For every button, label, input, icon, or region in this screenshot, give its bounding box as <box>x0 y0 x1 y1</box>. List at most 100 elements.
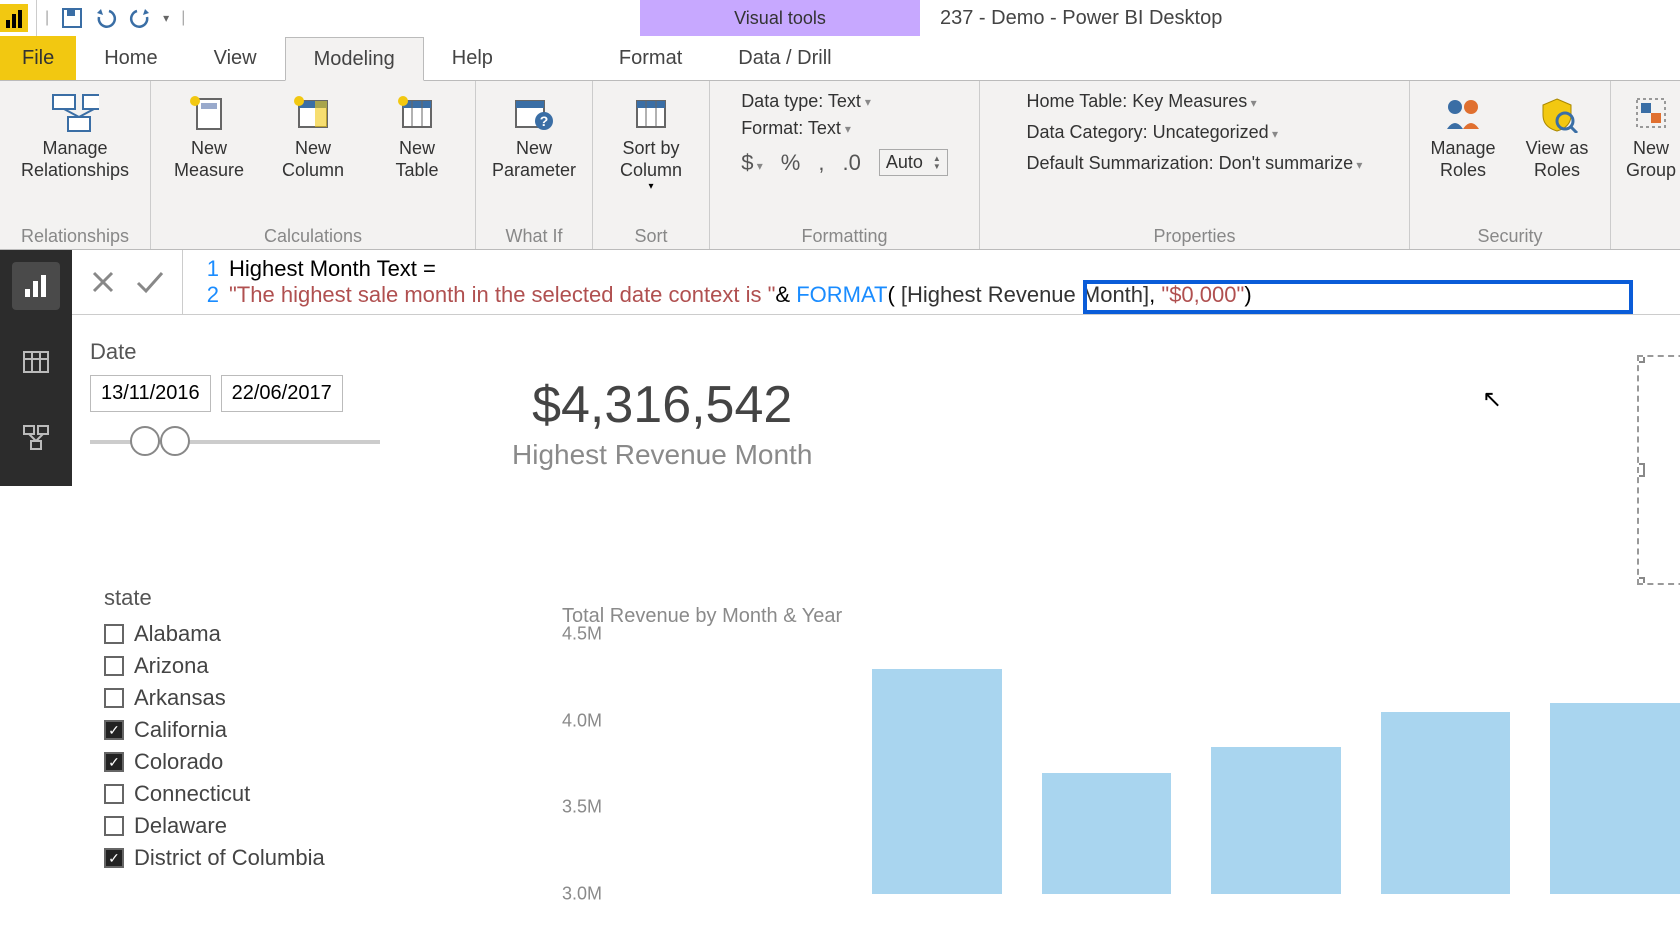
textbox-partial-text: Th sele <box>1645 397 1680 465</box>
checkbox[interactable] <box>104 688 124 708</box>
format-dropdown[interactable]: Format: Text <box>741 118 851 139</box>
card-label: Highest Revenue Month <box>512 439 812 471</box>
app-icon <box>0 4 28 32</box>
chart-bar[interactable] <box>1550 703 1680 894</box>
resize-handle-icon[interactable] <box>1637 355 1645 363</box>
new-column-button[interactable]: New Column <box>265 87 361 181</box>
manage-relationships-button[interactable]: Manage Relationships <box>10 87 140 181</box>
new-parameter-button[interactable]: ?New Parameter <box>486 87 582 181</box>
date-from-input[interactable]: 13/11/2016 <box>90 375 211 412</box>
sort-by-column-button[interactable]: Sort by Column▾ <box>603 87 699 192</box>
state-item[interactable]: District of Columbia <box>104 845 325 871</box>
date-to-input[interactable]: 22/06/2017 <box>221 375 343 412</box>
tab-view[interactable]: View <box>186 36 285 80</box>
tab-modeling[interactable]: Modeling <box>285 37 424 81</box>
save-icon[interactable] <box>61 7 83 29</box>
new-group-button[interactable]: New Group <box>1621 87 1680 181</box>
svg-text:?: ? <box>540 113 549 129</box>
new-table-button[interactable]: New Table <box>369 87 465 181</box>
checkbox[interactable] <box>104 624 124 644</box>
state-item[interactable]: California <box>104 717 325 743</box>
group-label: Properties <box>1153 224 1235 247</box>
state-slicer[interactable]: state Alabama Arizona Arkansas California Co… <box>104 585 325 871</box>
state-label: California <box>134 717 227 743</box>
checkbox[interactable] <box>104 784 124 804</box>
tab-help[interactable]: Help <box>424 36 521 80</box>
chart-bar[interactable] <box>1042 773 1172 894</box>
y-axis-tick: 3.0M <box>562 884 602 905</box>
decimal-icon[interactable]: .0 <box>842 150 860 176</box>
group-label: Security <box>1477 224 1542 247</box>
slider-handle-left[interactable] <box>130 426 160 456</box>
state-item[interactable]: Arizona <box>104 653 325 679</box>
checkbox[interactable] <box>104 720 124 740</box>
card-visual[interactable]: $4,316,542 Highest Revenue Month <box>512 375 812 471</box>
y-axis-tick: 3.5M <box>562 797 602 818</box>
data-category-dropdown[interactable]: Data Category: Uncategorized <box>1027 122 1279 143</box>
default-summarization-dropdown[interactable]: Default Summarization: Don't summarize <box>1027 153 1363 174</box>
date-range-slider[interactable] <box>90 422 380 462</box>
quick-access-toolbar: | ▾ | <box>36 0 193 36</box>
data-type-dropdown[interactable]: Data type: Text <box>741 91 871 112</box>
tab-format[interactable]: Format <box>591 36 710 80</box>
commit-formula-icon[interactable] <box>134 269 164 295</box>
chart-bar[interactable] <box>1211 747 1341 894</box>
resize-handle-icon[interactable] <box>1637 463 1645 477</box>
comma-format-button[interactable]: , <box>818 150 824 176</box>
formula-editor[interactable]: 1Highest Month Text = 2"The highest sale… <box>183 250 1680 314</box>
checkbox[interactable] <box>104 752 124 772</box>
resize-handle-icon[interactable] <box>1637 577 1645 585</box>
slider-handle-right[interactable] <box>160 426 190 456</box>
chart-bar[interactable] <box>1381 712 1511 894</box>
group-formatting: Data type: Text Format: Text $ % , .0 Au… <box>710 81 980 249</box>
group-calculations: New Measure New Column New Table Calcula… <box>151 81 476 249</box>
cancel-formula-icon[interactable] <box>90 269 116 295</box>
state-item[interactable]: Colorado <box>104 749 325 775</box>
data-view-icon[interactable] <box>12 338 60 386</box>
decimals-auto-spinner[interactable]: Auto▲▼ <box>879 149 948 176</box>
view-as-roles-button[interactable]: View as Roles <box>1514 87 1600 181</box>
manage-roles-button[interactable]: Manage Roles <box>1420 87 1506 181</box>
state-item[interactable]: Delaware <box>104 813 325 839</box>
state-item[interactable]: Arkansas <box>104 685 325 711</box>
checkbox[interactable] <box>104 816 124 836</box>
state-label: Arkansas <box>134 685 226 711</box>
date-slicer[interactable]: Date 13/11/2016 22/06/2017 <box>90 339 420 462</box>
ribbon-tabs: File Home View Modeling Help Format Data… <box>0 36 1680 80</box>
group-label: Sort <box>634 224 667 247</box>
state-label: Arizona <box>134 653 209 679</box>
state-item[interactable]: Alabama <box>104 621 325 647</box>
file-tab[interactable]: File <box>0 36 76 80</box>
tab-data-drill[interactable]: Data / Drill <box>710 36 859 80</box>
report-view-icon[interactable] <box>12 262 60 310</box>
redo-icon[interactable] <box>129 7 151 29</box>
selected-textbox-visual[interactable]: Th sele <box>1637 355 1680 585</box>
checkbox[interactable] <box>104 848 124 868</box>
qat-dropdown-icon[interactable]: ▾ <box>163 11 169 25</box>
undo-icon[interactable] <box>95 7 117 29</box>
chart-title: Total Revenue by Month & Year <box>562 605 1680 628</box>
chart-bar[interactable] <box>872 669 1002 894</box>
state-label: Alabama <box>134 621 221 647</box>
new-measure-button[interactable]: New Measure <box>161 87 257 181</box>
checkbox[interactable] <box>104 656 124 676</box>
state-slicer-title: state <box>104 585 325 611</box>
tab-home[interactable]: Home <box>76 36 185 80</box>
group-label: What If <box>505 224 562 247</box>
percent-format-button[interactable]: % <box>781 150 801 176</box>
ribbon: Manage Relationships Relationships New M… <box>0 80 1680 250</box>
state-label: Colorado <box>134 749 223 775</box>
group-whatif: ?New Parameter What If <box>476 81 593 249</box>
state-item[interactable]: Connecticut <box>104 781 325 807</box>
state-label: District of Columbia <box>134 845 325 871</box>
group-groups: New Group <box>1611 81 1680 249</box>
currency-format-button[interactable]: $ <box>741 150 763 176</box>
group-sort: Sort by Column▾ Sort <box>593 81 710 249</box>
group-label: Calculations <box>264 224 362 247</box>
model-view-icon[interactable] <box>12 414 60 462</box>
report-canvas[interactable]: Date 13/11/2016 22/06/2017 $4,316,542 Hi… <box>72 315 1680 486</box>
bar-chart-visual[interactable]: Total Revenue by Month & Year 4.5M4.0M3.… <box>562 605 1680 894</box>
home-table-dropdown[interactable]: Home Table: Key Measures <box>1027 91 1257 112</box>
group-label: Relationships <box>21 224 129 247</box>
window-title: 237 - Demo - Power BI Desktop <box>940 0 1222 36</box>
